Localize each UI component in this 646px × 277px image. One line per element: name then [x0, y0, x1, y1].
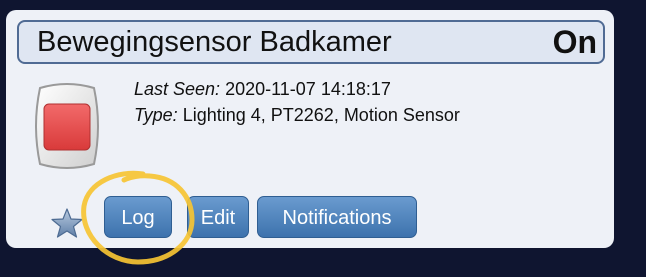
- type-label: Type:: [134, 105, 178, 125]
- last-seen-label: Last Seen:: [134, 79, 221, 99]
- device-card: Bewegingsensor Badkamer On Last Seen: 20…: [6, 10, 614, 248]
- last-seen-row: Last Seen: 2020-11-07 14:18:17: [134, 76, 460, 102]
- log-button[interactable]: Log: [104, 196, 172, 238]
- motion-sensor-icon[interactable]: [30, 82, 104, 170]
- edit-button[interactable]: Edit: [187, 196, 249, 238]
- last-seen-value: 2020-11-07 14:18:17: [225, 79, 391, 99]
- device-info: Last Seen: 2020-11-07 14:18:17 Type: Lig…: [134, 76, 460, 128]
- star-icon[interactable]: [50, 207, 84, 239]
- type-row: Type: Lighting 4, PT2262, Motion Sensor: [134, 102, 460, 128]
- device-name: Bewegingsensor Badkamer: [37, 26, 392, 58]
- device-status[interactable]: On: [553, 24, 597, 61]
- device-header: Bewegingsensor Badkamer On: [17, 20, 605, 64]
- type-value: Lighting 4, PT2262, Motion Sensor: [182, 105, 460, 125]
- notifications-button[interactable]: Notifications: [257, 196, 417, 238]
